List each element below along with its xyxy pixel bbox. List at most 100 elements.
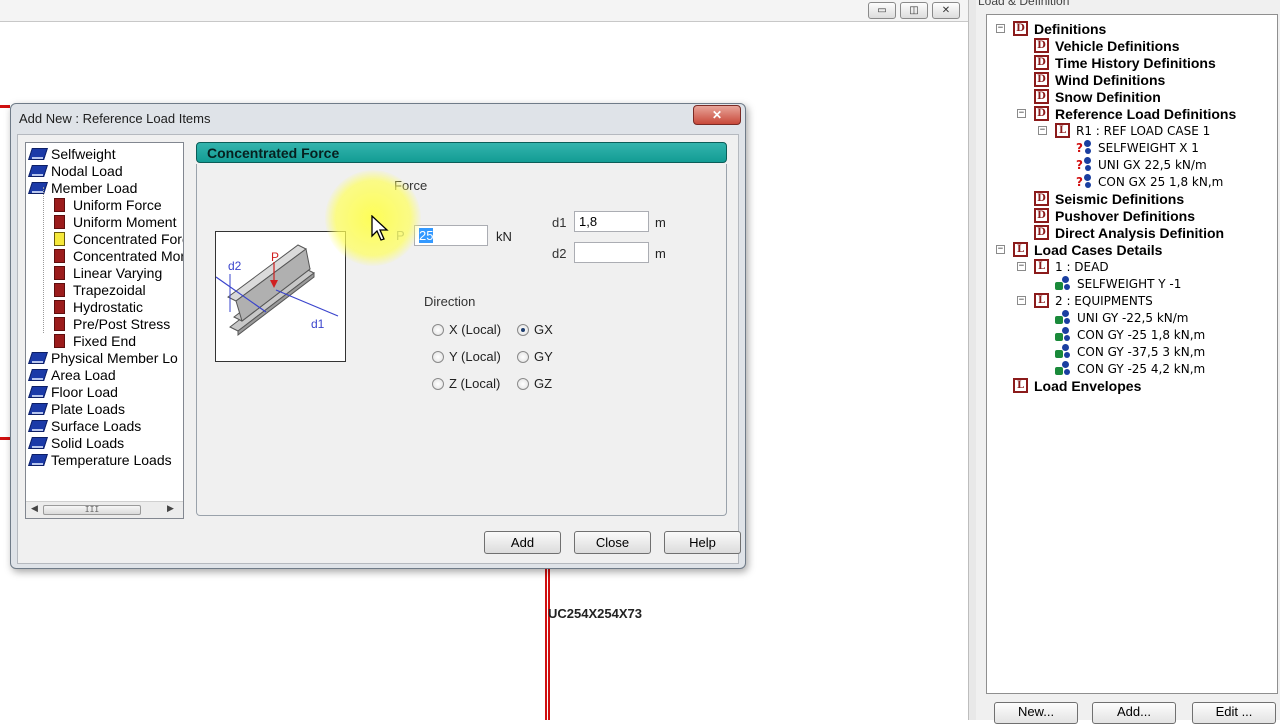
radio-button-icon[interactable] bbox=[517, 350, 529, 363]
direction-radio-gy[interactable]: GY bbox=[517, 349, 553, 364]
tree-node-direct-analysis-definition[interactable]: D Direct Analysis Definition bbox=[1034, 224, 1224, 241]
edit-button[interactable]: Edit ... bbox=[1192, 702, 1276, 724]
tree-node-vehicle-definitions[interactable]: D Vehicle Definitions bbox=[1034, 37, 1179, 54]
tree-node-con-gy-37-5-3-kn-m[interactable]: CON GY -37,5 3 kN,m bbox=[1055, 343, 1205, 360]
tree-node-time-history-definitions[interactable]: D Time History Definitions bbox=[1034, 54, 1216, 71]
tree-collapse-icon[interactable]: − bbox=[1038, 126, 1047, 135]
direction-group-label: Direction bbox=[424, 294, 476, 309]
load-type-member-load[interactable]: Member Load bbox=[29, 179, 137, 196]
tree-node-label: Direct Analysis Definition bbox=[1055, 224, 1225, 241]
load-type-label: Floor Load bbox=[51, 383, 118, 400]
tree-node-pushover-definitions[interactable]: D Pushover Definitions bbox=[1034, 207, 1195, 224]
load-type-hydrostatic[interactable]: Hydrostatic bbox=[54, 298, 143, 315]
tree-node-snow-definition[interactable]: D Snow Definition bbox=[1034, 88, 1161, 105]
p-value-input[interactable]: 25 bbox=[414, 225, 488, 246]
direction-radio-gz[interactable]: GZ bbox=[517, 376, 552, 391]
load-type-floor-load[interactable]: Floor Load bbox=[29, 383, 118, 400]
dialog-close-button[interactable]: ✕ bbox=[693, 105, 741, 125]
load-type-list[interactable]: Selfweight Nodal Load Member Load Uniform F… bbox=[25, 142, 184, 519]
radio-button-icon[interactable] bbox=[432, 350, 444, 363]
load-type-fixed-end[interactable]: Fixed End bbox=[54, 332, 136, 349]
tree-collapse-icon[interactable]: − bbox=[1017, 262, 1026, 271]
load-type-trapezoidal[interactable]: Trapezoidal bbox=[54, 281, 146, 298]
load-type-uniform-force[interactable]: Uniform Force bbox=[54, 196, 162, 213]
load-type-solid-loads[interactable]: Solid Loads bbox=[29, 434, 124, 451]
tree-node-load-envelopes[interactable]: L Load Envelopes bbox=[1013, 377, 1141, 394]
direction-radio-label: GX bbox=[534, 322, 553, 337]
load-type-physical-member-lo[interactable]: Physical Member Lo bbox=[29, 349, 178, 366]
tree-node-r1-ref-load-case-1[interactable]: L R1 : REF LOAD CASE 1 bbox=[1055, 122, 1210, 139]
tree-collapse-icon[interactable]: − bbox=[996, 24, 1005, 33]
tree-node-con-gx-25-1-8-kn-m[interactable]: ? CON GX 25 1,8 kN,m bbox=[1076, 173, 1223, 190]
load-type-plate-loads[interactable]: Plate Loads bbox=[29, 400, 125, 417]
tree-node-selfweight-x-1[interactable]: ? SELFWEIGHT X 1 bbox=[1076, 139, 1199, 156]
definition-icon: D bbox=[1034, 89, 1049, 104]
column-element bbox=[545, 560, 550, 720]
panel-add-button[interactable]: Add... bbox=[1092, 702, 1176, 724]
d1-unit: m bbox=[655, 215, 666, 230]
load-type-label: Area Load bbox=[51, 366, 116, 383]
close-button[interactable]: Close bbox=[574, 531, 651, 554]
tree-node-1-dead[interactable]: L 1 : DEAD bbox=[1034, 258, 1109, 275]
load-type-linear-varying[interactable]: Linear Varying bbox=[54, 264, 162, 281]
tree-node-wind-definitions[interactable]: D Wind Definitions bbox=[1034, 71, 1165, 88]
load-type-nodal-load[interactable]: Nodal Load bbox=[29, 162, 123, 179]
mouse-pointer-icon bbox=[371, 215, 389, 241]
page-icon bbox=[54, 282, 65, 297]
radio-button-icon[interactable] bbox=[517, 377, 529, 390]
tree-collapse-icon[interactable]: − bbox=[1017, 109, 1026, 118]
definition-icon: D bbox=[1013, 21, 1028, 36]
load-type-label: Selfweight bbox=[51, 145, 116, 162]
reference-load-item-icon: ? bbox=[1076, 174, 1092, 189]
tree-node-uni-gy-22-5-kn-m[interactable]: UNI GY -22,5 kN/m bbox=[1055, 309, 1188, 326]
load-type-selfweight[interactable]: Selfweight bbox=[29, 145, 116, 162]
add-button[interactable]: Add bbox=[484, 531, 561, 554]
scroll-right-icon[interactable]: ▶ bbox=[167, 504, 174, 514]
direction-radio-label: Y (Local) bbox=[449, 349, 501, 364]
minimize-button[interactable]: ▭ bbox=[868, 2, 896, 19]
radio-button-icon[interactable] bbox=[432, 323, 444, 336]
tree-collapse-icon[interactable]: − bbox=[1017, 296, 1026, 305]
load-type-pre-post-stress[interactable]: Pre/Post Stress bbox=[54, 315, 170, 332]
direction-radio-y-local[interactable]: Y (Local) bbox=[432, 349, 501, 364]
radio-button-icon[interactable] bbox=[517, 323, 529, 336]
tree-node-con-gy-25-1-8-kn-m[interactable]: CON GY -25 1,8 kN,m bbox=[1055, 326, 1205, 343]
scroll-thumb[interactable]: III bbox=[43, 505, 141, 515]
load-type-concentrated-forc[interactable]: Concentrated Forc bbox=[54, 230, 184, 247]
d1-input[interactable]: 1,8 bbox=[574, 211, 649, 232]
tree-node-seismic-definitions[interactable]: D Seismic Definitions bbox=[1034, 190, 1184, 207]
d1-label: d1 bbox=[552, 215, 567, 230]
direction-radio-label: GY bbox=[534, 349, 553, 364]
tree-collapse-icon[interactable]: − bbox=[996, 245, 1005, 254]
tree-node-definitions[interactable]: D Definitions bbox=[1013, 20, 1106, 37]
scroll-left-icon[interactable]: ◀ bbox=[31, 504, 38, 514]
tree-node-selfweight-y-1[interactable]: SELFWEIGHT Y -1 bbox=[1055, 275, 1181, 292]
direction-radio-x-local[interactable]: X (Local) bbox=[432, 322, 501, 337]
radio-button-icon[interactable] bbox=[432, 377, 444, 390]
list-scrollbar[interactable]: ◀ III ▶ bbox=[26, 501, 183, 518]
d2-input[interactable] bbox=[574, 242, 649, 263]
panel-title: Load & Definition bbox=[978, 0, 1070, 8]
load-type-uniform-moment[interactable]: Uniform Moment bbox=[54, 213, 176, 230]
load-type-concentrated-mor[interactable]: Concentrated Mor bbox=[54, 247, 183, 264]
load-type-label: Concentrated Forc bbox=[73, 230, 184, 247]
tree-node-reference-load-definitions[interactable]: D Reference Load Definitions bbox=[1034, 105, 1236, 122]
restore-button[interactable]: ◫ bbox=[900, 2, 928, 19]
panel-splitter[interactable] bbox=[968, 0, 976, 720]
load-type-temperature-loads[interactable]: Temperature Loads bbox=[29, 451, 172, 468]
load-definition-tree[interactable]: D Definitions D Vehicle Definitions D Time Hi… bbox=[986, 14, 1278, 694]
load-type-label: Linear Varying bbox=[73, 264, 163, 281]
direction-radio-gx[interactable]: GX bbox=[517, 322, 553, 337]
help-button[interactable]: Help bbox=[664, 531, 741, 554]
page-icon bbox=[54, 231, 65, 246]
load-parameters-area: P d2 d1 Force P 25 kN d1 1,8 m d2 m Dire… bbox=[196, 164, 727, 516]
new-button[interactable]: New... bbox=[994, 702, 1078, 724]
load-type-area-load[interactable]: Area Load bbox=[29, 366, 116, 383]
tree-node-load-cases-details[interactable]: L Load Cases Details bbox=[1013, 241, 1162, 258]
direction-radio-z-local[interactable]: Z (Local) bbox=[432, 376, 500, 391]
tree-node-con-gy-25-4-2-kn-m[interactable]: CON GY -25 4,2 kN,m bbox=[1055, 360, 1205, 377]
load-type-surface-loads[interactable]: Surface Loads bbox=[29, 417, 141, 434]
tree-node-uni-gx-22-5-kn-m[interactable]: ? UNI GX 22,5 kN/m bbox=[1076, 156, 1207, 173]
tree-node-2-equipments[interactable]: L 2 : EQUIPMENTS bbox=[1034, 292, 1153, 309]
window-close-button[interactable]: ✕ bbox=[932, 2, 960, 19]
